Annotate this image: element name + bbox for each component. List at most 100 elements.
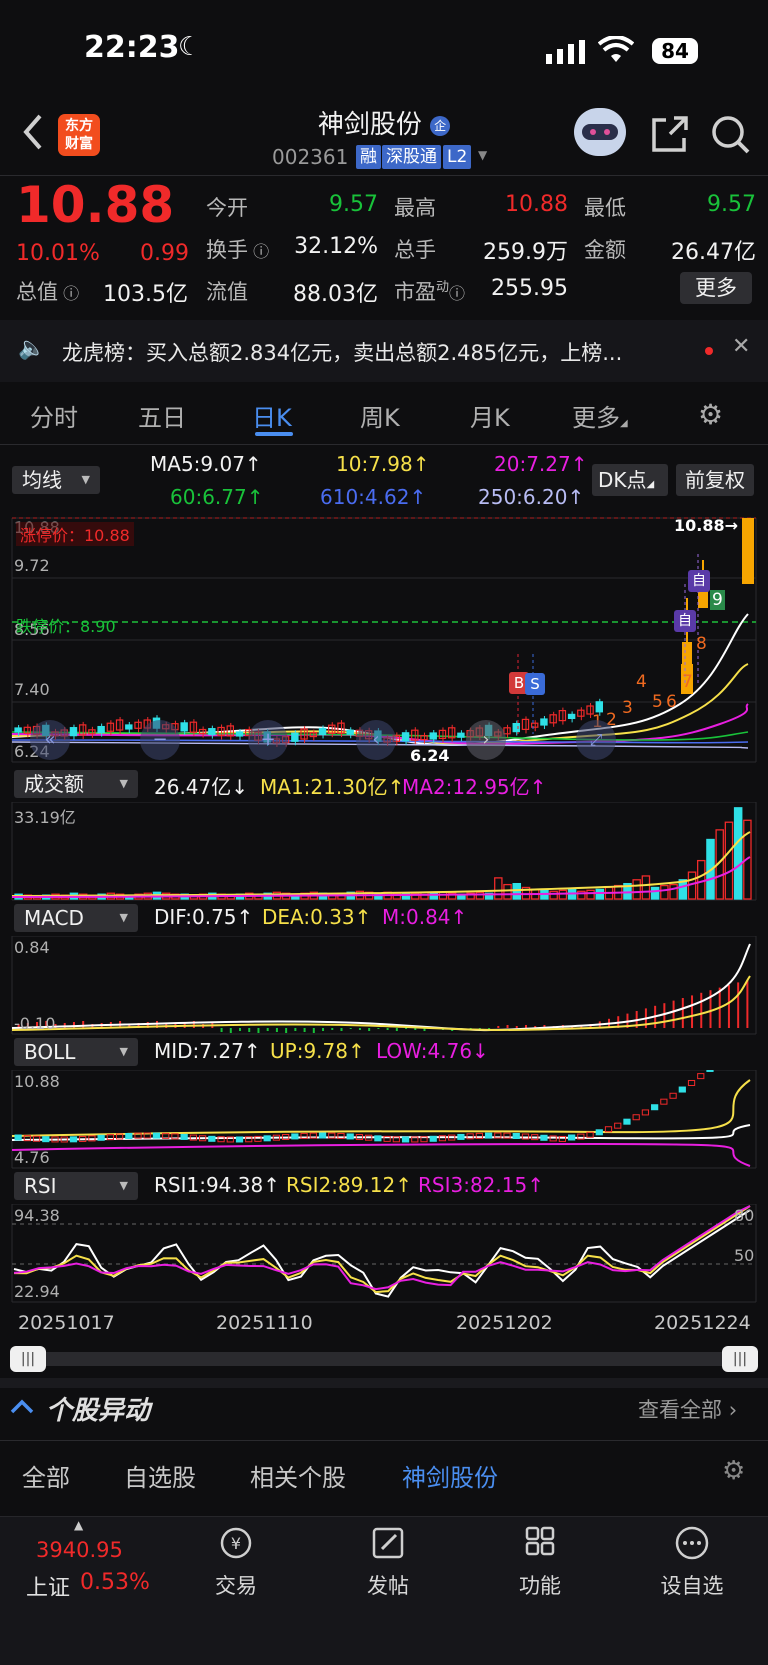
trade-icon[interactable]: ¥ xyxy=(186,1525,286,1569)
volume-bar xyxy=(660,884,669,900)
turnover-value: 32.12% xyxy=(294,234,378,259)
nav-add-watchlist[interactable]: 设自选 xyxy=(642,1570,742,1600)
kline-candle xyxy=(401,732,410,742)
date-label: 20251017 xyxy=(18,1312,115,1334)
rsi2-value: RSI2:89.12↑ xyxy=(286,1173,412,1197)
volume-ma2: MA2:12.95亿↑ xyxy=(402,775,547,799)
boll-candle xyxy=(540,1134,548,1141)
scroll-left-icon[interactable]: « xyxy=(30,720,70,760)
rsi-y-top: 94.38 xyxy=(14,1206,60,1225)
apps-icon[interactable] xyxy=(490,1525,590,1569)
wifi-icon xyxy=(597,35,635,68)
zoom-in-icon[interactable]: + xyxy=(248,720,288,760)
kline-candle xyxy=(291,732,299,742)
fullscreen-icon[interactable]: ⤢ xyxy=(576,720,616,760)
volume-ma1: MA1:21.30亿↑ xyxy=(260,775,405,799)
zoom-out-icon[interactable]: − xyxy=(140,720,180,760)
nav-post[interactable]: 发帖 xyxy=(338,1570,438,1600)
tab-monthly-k[interactable]: 月K xyxy=(470,398,510,433)
chevron-down-icon[interactable]: ▼ xyxy=(478,148,487,162)
boll-candle xyxy=(42,1136,50,1143)
filter-current-stock[interactable]: 神剑股份 xyxy=(402,1458,498,1493)
status-time: 22:23 xyxy=(84,30,180,65)
ma60-value: 60:6.77↑ xyxy=(170,485,264,509)
date-label: 20251202 xyxy=(456,1312,553,1334)
boll-candle xyxy=(687,1079,696,1086)
float-cap-label: 流值 xyxy=(206,280,248,304)
kline-candle xyxy=(318,727,327,736)
index-value[interactable]: 3940.95 xyxy=(36,1538,123,1562)
volume-bar xyxy=(475,891,485,900)
volume-chart xyxy=(11,802,757,901)
kline-candle xyxy=(346,729,354,735)
filter-related[interactable]: 相关个股 xyxy=(250,1458,346,1493)
boll-candle xyxy=(263,1135,271,1142)
gear-icon[interactable]: ⚙ xyxy=(698,398,723,431)
range-handle-left[interactable]: ||| xyxy=(10,1346,46,1372)
step-right-icon[interactable]: › xyxy=(466,720,506,760)
boll-candle xyxy=(586,1131,594,1138)
nav-trade[interactable]: 交易 xyxy=(186,1570,286,1600)
boll-candle xyxy=(152,1132,161,1139)
range-handle-right[interactable]: ||| xyxy=(722,1346,758,1372)
seq-marker: 9 xyxy=(710,590,725,610)
ma-dropdown[interactable]: 均线 ▼ xyxy=(12,466,100,494)
filter-watchlist[interactable]: 自选股 xyxy=(124,1458,196,1493)
volume-bar xyxy=(632,879,641,900)
macd-dropdown[interactable]: MACD ▼ xyxy=(14,904,138,932)
kline-candle xyxy=(457,732,465,738)
info-icon[interactable]: ⓘ xyxy=(449,284,465,303)
search-icon[interactable] xyxy=(710,114,752,160)
volume-value: 259.9万 xyxy=(483,240,568,265)
close-icon[interactable]: ✕ xyxy=(732,334,750,359)
adjust-button[interactable]: 前复权 xyxy=(676,464,754,496)
last-price-tag: 10.88→ xyxy=(674,516,739,535)
boll-candle xyxy=(595,1129,603,1136)
open-value: 9.57 xyxy=(329,192,378,217)
notice-text: 龙虎榜：买入总额2.834亿元，卖出总额2.485亿元，上榜... xyxy=(62,341,623,365)
tag-connect: 深股通 xyxy=(382,145,441,169)
dk-point-button[interactable]: DK点◢ xyxy=(592,464,668,496)
low-label: 最低 xyxy=(584,196,626,220)
view-all-link[interactable]: 查看全部 › xyxy=(638,1394,737,1424)
kline-candle xyxy=(429,732,437,740)
volume-dropdown[interactable]: 成交额 ▼ xyxy=(14,770,138,798)
kline-candle xyxy=(97,725,105,734)
volume-bar xyxy=(650,886,660,900)
settings-icon[interactable]: ⚙ xyxy=(722,1456,745,1486)
more-button[interactable]: 更多 xyxy=(680,272,752,304)
amount-label: 金额 xyxy=(584,238,626,262)
nav-functions[interactable]: 功能 xyxy=(490,1570,590,1600)
share-icon[interactable] xyxy=(650,114,690,158)
boll-dropdown[interactable]: BOLL ▼ xyxy=(14,1038,138,1066)
tab-intraday[interactable]: 分时 xyxy=(30,398,78,433)
ma5-value: MA5:9.07↑ xyxy=(150,452,262,476)
filter-all[interactable]: 全部 xyxy=(22,1458,70,1493)
info-icon[interactable]: ⓘ xyxy=(248,242,269,261)
step-left-icon[interactable]: ‹ xyxy=(356,720,396,760)
rsi-dropdown[interactable]: RSI ▼ xyxy=(14,1172,138,1200)
boll-candle xyxy=(14,1134,22,1141)
boll-candle xyxy=(235,1136,244,1143)
seq-marker: 5 xyxy=(652,692,663,712)
info-icon[interactable]: ⓘ xyxy=(58,284,79,303)
date-label: 20251224 xyxy=(654,1312,751,1334)
post-icon[interactable] xyxy=(338,1525,438,1569)
macd-m: M:0.84↑ xyxy=(382,905,468,929)
low-value: 9.57 xyxy=(707,192,756,217)
tab-weekly-k[interactable]: 周K xyxy=(360,398,400,433)
robot-avatar[interactable] xyxy=(574,108,626,156)
more-icon[interactable] xyxy=(642,1525,742,1569)
tab-five-day[interactable]: 五日 xyxy=(138,398,186,433)
boll-candle xyxy=(97,1134,105,1141)
boll-candle xyxy=(484,1132,493,1139)
high-value: 10.88 xyxy=(505,192,568,217)
tab-daily-k[interactable]: 日K xyxy=(252,398,292,433)
notice-bar[interactable]: 🔈 龙虎榜：买入总额2.834亿元，卖出总额2.485亿元，上榜... ✕ xyxy=(0,320,768,382)
seq-marker: 4 xyxy=(636,672,647,692)
tab-more[interactable]: 更多◢ xyxy=(572,398,628,433)
boll-candle xyxy=(291,1133,299,1140)
kline-candle xyxy=(14,727,22,733)
volume-label: 总手 xyxy=(394,238,436,262)
collapse-icon[interactable] xyxy=(8,1392,36,1424)
